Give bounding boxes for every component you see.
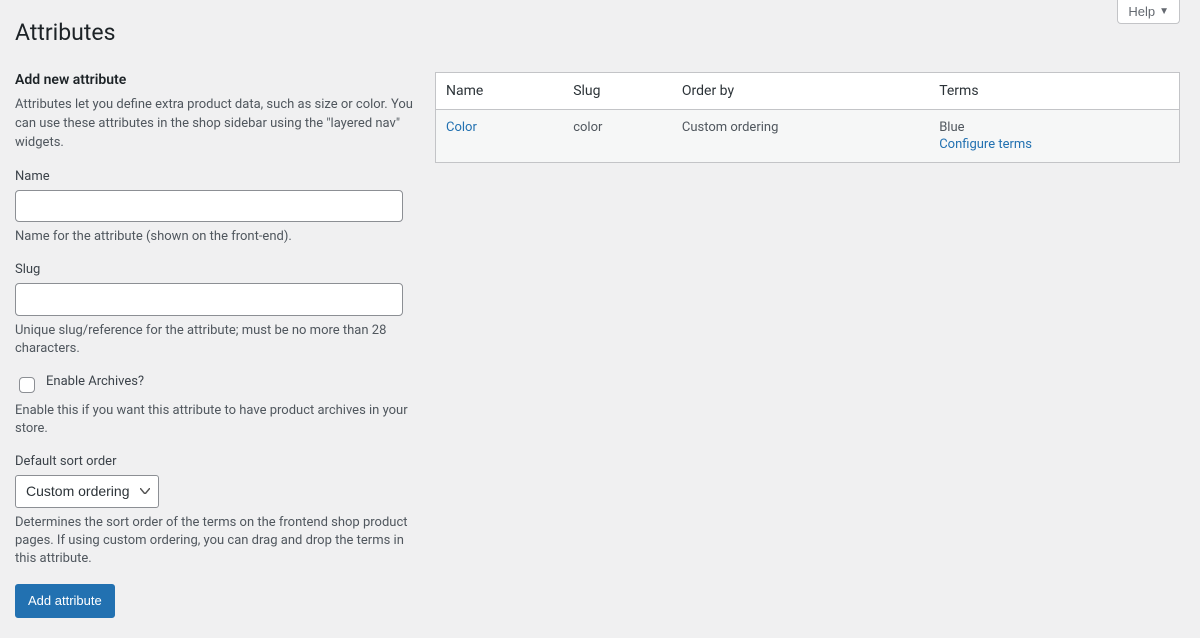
table-row: Color color Custom ordering Blue Configu… [436, 110, 1180, 163]
archives-hint: Enable this if you want this attribute t… [15, 402, 415, 438]
form-heading: Add new attribute [15, 72, 415, 88]
slug-hint: Unique slug/reference for the attribute;… [15, 322, 415, 358]
help-label: Help [1128, 4, 1155, 19]
add-attribute-button[interactable]: Add attribute [15, 584, 115, 618]
attribute-terms: Blue [939, 120, 1169, 135]
attribute-slug: color [563, 110, 672, 163]
attributes-table: Name Slug Order by Terms Color color Cus… [435, 72, 1180, 163]
sort-order-select[interactable]: Custom ordering [15, 475, 159, 507]
form-intro: Attributes let you define extra product … [15, 96, 415, 153]
name-label: Name [15, 169, 415, 184]
name-input[interactable] [15, 190, 403, 222]
sort-hint: Determines the sort order of the terms o… [15, 514, 415, 569]
add-attribute-form: Add new attribute Attributes let you def… [15, 72, 415, 618]
configure-terms-link[interactable]: Configure terms [939, 137, 1169, 152]
col-orderby: Order by [672, 73, 929, 110]
attribute-orderby: Custom ordering [672, 110, 929, 163]
col-terms: Terms [929, 73, 1179, 110]
slug-input[interactable] [15, 283, 403, 315]
name-hint: Name for the attribute (shown on the fro… [15, 228, 415, 246]
col-slug: Slug [563, 73, 672, 110]
sort-label: Default sort order [15, 454, 415, 469]
attribute-name-link[interactable]: Color [446, 120, 477, 135]
caret-down-icon: ▼ [1159, 6, 1169, 17]
slug-label: Slug [15, 262, 415, 277]
help-button[interactable]: Help ▼ [1117, 0, 1180, 24]
col-name: Name [436, 73, 564, 110]
page-title: Attributes [15, 10, 1180, 50]
enable-archives-label: Enable Archives? [46, 374, 144, 389]
enable-archives-checkbox[interactable] [19, 377, 35, 393]
